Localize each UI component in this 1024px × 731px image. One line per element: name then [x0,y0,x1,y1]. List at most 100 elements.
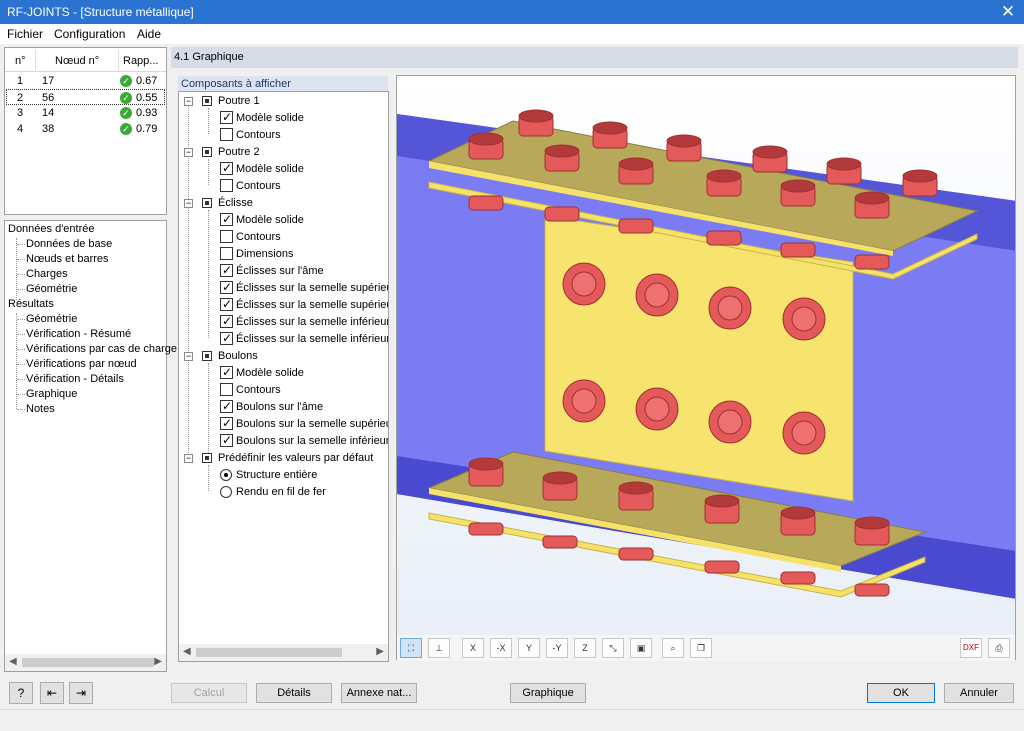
tree-group-bolts[interactable]: − Boulons [179,348,388,364]
column-header-n[interactable]: n° [15,55,26,67]
tree-item-beam-1-solid[interactable]: Modèle solide [179,110,388,126]
tree-item-beam-2-solid[interactable]: Modèle solide [179,161,388,177]
partial-checkbox[interactable] [202,351,212,361]
tree-item-top-flange-plates-1[interactable]: Éclisses sur la semelle supérieure [179,280,388,296]
column-header-node[interactable]: Nœud n° [55,55,99,67]
nav-input-data[interactable]: Données d'entrée [8,223,95,235]
nav-check-by-node[interactable]: Vérifications par nœud [26,358,137,370]
view-minus-x-icon[interactable]: -X [490,638,512,658]
nav-results[interactable]: Résultats [8,298,54,310]
previous-icon[interactable]: ⇤ [40,682,64,704]
cancel-button[interactable]: Annuler [944,683,1014,703]
checkbox[interactable] [220,383,233,396]
column-header-ratio[interactable]: Rapp... [123,55,158,67]
zoom-all-icon[interactable]: ⌕ [662,638,684,658]
nav-nodes-members[interactable]: Nœuds et barres [26,253,109,265]
scroll-right-icon[interactable]: ▶ [154,656,162,667]
checkbox[interactable] [220,212,233,226]
radio-button[interactable] [220,486,232,498]
checkbox[interactable] [220,179,233,192]
tree-item-bottom-flange-plates-2[interactable]: Éclisses sur la semelle inférieure [179,331,388,347]
checkbox[interactable] [220,433,233,447]
checkbox[interactable] [220,230,233,243]
checkbox[interactable] [220,399,233,413]
scroll-left-icon[interactable]: ◀ [183,646,191,657]
print-icon[interactable]: ⎙ [988,638,1010,658]
view-x-icon[interactable]: X [462,638,484,658]
nav-geometry-input[interactable]: Géométrie [26,283,77,295]
checkbox[interactable] [220,161,233,175]
horizontal-scrollbar[interactable]: ◀ ▶ [179,644,388,661]
horizontal-scrollbar[interactable]: ◀ ▶ [5,654,166,671]
scroll-left-icon[interactable]: ◀ [9,656,17,667]
ok-button[interactable]: OK [867,683,935,703]
partial-checkbox[interactable] [202,453,212,463]
checkbox[interactable] [220,247,233,260]
nav-notes[interactable]: Notes [26,403,55,415]
tree-item-bolts-contours[interactable]: Contours [179,382,388,398]
copy-view-icon[interactable]: ❐ [690,638,712,658]
view-section-icon[interactable]: ⊥ [428,638,450,658]
collapse-icon[interactable]: − [184,352,193,361]
view-y-icon[interactable]: Y [518,638,540,658]
tree-item-splice-contours[interactable]: Contours [179,229,388,245]
checkbox[interactable] [220,416,233,430]
scroll-thumb[interactable] [196,648,342,657]
table-row[interactable]: 3 14 ✓ 0.93 [6,105,165,121]
collapse-icon[interactable]: − [184,97,193,106]
radio-wireframe[interactable]: Rendu en fil de fer [179,484,388,500]
checkbox[interactable] [220,297,233,311]
calculate-button[interactable]: Calcul [171,683,247,703]
scroll-thumb[interactable] [22,658,154,667]
nav-check-details[interactable]: Vérification - Détails [26,373,124,385]
next-icon[interactable]: ⇥ [69,682,93,704]
nav-loads[interactable]: Charges [26,268,68,280]
partial-checkbox[interactable] [202,96,212,106]
view-z-icon[interactable]: Z [574,638,596,658]
tree-item-top-flange-bolts[interactable]: Boulons sur la semelle supérieure [179,416,388,432]
tree-item-splice-dimensions[interactable]: Dimensions [179,246,388,262]
details-button[interactable]: Détails [256,683,332,703]
nav-check-by-loadcase[interactable]: Vérifications par cas de charge [26,343,177,355]
nav-geometry-results[interactable]: Géométrie [26,313,77,325]
menu-configuration[interactable]: Configuration [54,27,125,41]
nav-check-summary[interactable]: Vérification - Résumé [26,328,131,340]
graphic-button[interactable]: Graphique [510,683,586,703]
tree-group-beam-2[interactable]: − Poutre 2 [179,144,388,160]
nav-basic-data[interactable]: Données de base [26,238,112,250]
collapse-icon[interactable]: − [184,148,193,157]
export-dxf-icon[interactable]: DXF [960,638,982,658]
checkbox[interactable] [220,331,233,345]
components-tab[interactable]: Composants à afficher [178,76,388,92]
checkbox[interactable] [220,110,233,124]
radio-button[interactable] [220,469,232,481]
nav-graphic[interactable]: Graphique [26,388,77,400]
table-row[interactable]: 2 56 ✓ 0.55 [6,89,165,105]
tree-item-beam-1-contours[interactable]: Contours [179,127,388,143]
tree-item-web-bolts[interactable]: Boulons sur l'âme [179,399,388,415]
tree-item-splice-solid[interactable]: Modèle solide [179,212,388,228]
tree-item-beam-2-contours[interactable]: Contours [179,178,388,194]
checkbox[interactable] [220,263,233,277]
national-annex-button[interactable]: Annexe nat... [341,683,417,703]
partial-checkbox[interactable] [202,147,212,157]
table-row[interactable]: 1 17 ✓ 0.67 [6,73,165,89]
radio-whole-structure[interactable]: Structure entière [179,467,388,483]
tree-group-splice[interactable]: − Éclisse [179,195,388,211]
view-minus-y-icon[interactable]: -Y [546,638,568,658]
scroll-right-icon[interactable]: ▶ [376,646,384,657]
view-render-icon[interactable]: ⛶ [400,638,422,658]
menu-aide[interactable]: Aide [137,27,161,41]
graphic-viewport[interactable] [396,75,1016,660]
help-icon[interactable]: ? [9,682,33,704]
tree-item-bottom-flange-bolts[interactable]: Boulons sur la semelle inférieure [179,433,388,449]
checkbox[interactable] [220,280,233,294]
table-row[interactable]: 4 38 ✓ 0.79 [6,121,165,137]
tree-item-bottom-flange-plates-1[interactable]: Éclisses sur la semelle inférieure [179,314,388,330]
tree-item-web-plates[interactable]: Éclisses sur l'âme [179,263,388,279]
checkbox[interactable] [220,314,233,328]
collapse-icon[interactable]: − [184,199,193,208]
partial-checkbox[interactable] [202,198,212,208]
close-icon[interactable]: ✕ [992,0,1024,24]
tree-group-defaults[interactable]: − Prédéfinir les valeurs par défaut [179,450,388,466]
